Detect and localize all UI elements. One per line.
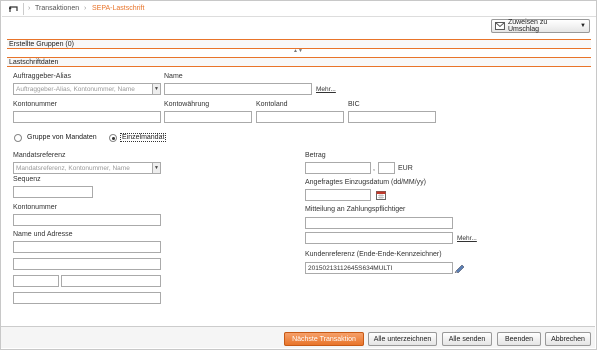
sign-all-button[interactable]: Alle unterzeichnen [368, 332, 437, 346]
currency-label: EUR [398, 165, 413, 172]
footer-toolbar: Nächste Transaktion Alle unterzeichnen A… [1, 326, 595, 348]
creditor-alias-label: Auftraggeber-Alias [13, 73, 71, 80]
edit-pen-icon[interactable] [454, 263, 466, 273]
cancel-button[interactable]: Abbrechen [545, 332, 591, 346]
payer-message-line1[interactable] [305, 217, 453, 229]
creditor-country-label: Kontoland [256, 101, 288, 108]
radio-single-mandate[interactable] [109, 134, 117, 142]
postal-code-input[interactable] [13, 275, 59, 287]
next-transaction-button[interactable]: Nächste Transaktion [284, 332, 364, 346]
payer-message-label: Mitteilung an Zahlungspflichtiger [305, 206, 406, 213]
customer-reference-label: Kundenreferenz (Ende-Ende-Kennzeichner) [305, 251, 442, 258]
back-arrow-icon [8, 5, 18, 12]
collection-date-input[interactable] [305, 189, 371, 201]
amount-input[interactable] [305, 162, 371, 174]
name-address-line4[interactable] [13, 292, 161, 304]
name-address-line2[interactable] [13, 258, 161, 270]
collection-date-label: Angefragtes Einzugsdatum (dd/MM/yy) [305, 179, 426, 186]
mandate-reference-input[interactable] [13, 162, 161, 174]
sequence-label: Sequenz [13, 176, 41, 183]
creditor-currency-label: Kontowährung [164, 101, 210, 108]
payer-message-more-link[interactable]: Mehr... [457, 235, 477, 242]
creditor-more-link[interactable]: Mehr... [316, 86, 336, 93]
mandate-reference-label: Mandatsreferenz [13, 152, 66, 159]
customer-reference-input[interactable] [305, 262, 453, 274]
transaction-window: › Transaktionen › SEPA-Lastschrift Zuwei… [0, 0, 597, 350]
amount-decimal-separator: , [373, 165, 375, 172]
name-address-line1[interactable] [13, 241, 161, 253]
name-address-label: Name und Adresse [13, 231, 73, 238]
chevron-down-icon[interactable]: ▼ [152, 84, 160, 94]
envelope-icon [495, 22, 505, 30]
creditor-account-label: Kontonummer [13, 101, 57, 108]
calendar-icon[interactable] [376, 190, 386, 200]
creditor-alias-input[interactable] [13, 83, 161, 95]
breadcrumb-separator: › [28, 5, 31, 12]
mandate-account-input[interactable] [13, 214, 161, 226]
creditor-country-input[interactable] [256, 111, 344, 123]
city-input[interactable] [61, 275, 161, 287]
creditor-currency-input[interactable] [164, 111, 252, 123]
breadcrumb: › Transaktionen › SEPA-Lastschrift [2, 2, 596, 17]
chevron-down-icon[interactable]: ▼ [152, 163, 160, 173]
radio-mandate-group[interactable] [14, 134, 22, 142]
chevron-down-icon: ▼ [580, 23, 586, 29]
radio-mandate-group-label: Gruppe von Mandaten [27, 134, 97, 141]
breadcrumb-transactions[interactable]: Transaktionen [35, 5, 79, 12]
collapse-handle-icon[interactable]: ▲▼ [291, 49, 305, 54]
assign-envelope-button[interactable]: Zuweisen zu Umschlag ▼ [491, 19, 590, 33]
creditor-name-input[interactable] [164, 83, 312, 95]
mandate-account-label: Kontonummer [13, 204, 57, 211]
creditor-name-label: Name [164, 73, 183, 80]
amount-cents-input[interactable] [378, 162, 395, 174]
breadcrumb-sepa-debit: SEPA-Lastschrift [92, 5, 145, 12]
radio-single-mandate-focus: Einzelmandat [120, 133, 167, 142]
creditor-bic-label: BIC [348, 101, 360, 108]
sequence-input[interactable] [13, 186, 93, 198]
creditor-bic-input[interactable] [348, 111, 436, 123]
breadcrumb-separator: › [84, 5, 87, 12]
debit-data-header[interactable]: Lastschriftdaten [7, 57, 591, 67]
radio-single-mandate-label: Einzelmandat [122, 134, 165, 141]
assign-envelope-label: Zuweisen zu Umschlag [507, 19, 548, 33]
send-all-button[interactable]: Alle senden [442, 332, 492, 346]
payer-message-line2[interactable] [305, 232, 453, 244]
finish-button[interactable]: Beenden [497, 332, 541, 346]
creditor-account-input[interactable] [13, 111, 161, 123]
amount-label: Betrag [305, 152, 326, 159]
back-button[interactable] [4, 3, 24, 15]
